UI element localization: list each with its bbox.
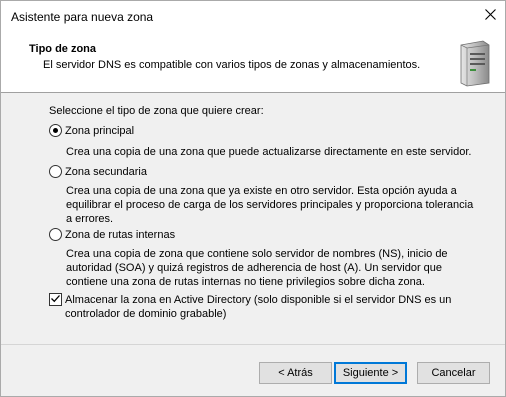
checkbox-indicator[interactable] (49, 293, 62, 306)
server-icon (453, 39, 493, 87)
radio-secondary-zone[interactable]: Zona secundaria (49, 165, 147, 178)
page-subtitle: El servidor DNS es compatible con varios… (43, 59, 421, 71)
checkmark-icon (50, 293, 61, 307)
close-button[interactable] (475, 1, 505, 31)
title-bar: Asistente para nueva zona (1, 1, 505, 31)
window-title: Asistente para nueva zona (11, 10, 154, 24)
page-title: Tipo de zona (29, 43, 97, 55)
radio-indicator[interactable] (49, 124, 62, 137)
radio-label: Zona principal (65, 124, 135, 137)
stub-zone-description: Crea una copia de zona que contiene solo… (66, 248, 448, 288)
radio-label: Zona de rutas internas (65, 228, 176, 241)
primary-zone-description: Crea una copia de una zona que puede act… (66, 146, 472, 158)
next-button[interactable]: Siguiente > (334, 362, 407, 384)
radio-indicator[interactable] (49, 228, 62, 241)
footer-divider (1, 344, 505, 345)
wizard-header: Tipo de zona El servidor DNS es compatib… (1, 31, 505, 93)
checkbox-label: Almacenar la zona en Active Directory (s… (65, 294, 452, 320)
cancel-button[interactable]: Cancelar (417, 362, 490, 384)
zone-type-prompt: Seleccione el tipo de zona que quiere cr… (49, 105, 264, 117)
radio-label: Zona secundaria (65, 165, 147, 178)
radio-primary-zone[interactable]: Zona principal (49, 124, 134, 137)
secondary-zone-description: Crea una copia de una zona que ya existe… (66, 185, 474, 225)
new-zone-wizard-dialog: Asistente para nueva zona Tipo de zona E… (0, 0, 506, 397)
radio-indicator[interactable] (49, 165, 62, 178)
back-button[interactable]: < Atrás (259, 362, 332, 384)
close-icon (484, 9, 496, 23)
radio-stub-zone[interactable]: Zona de rutas internas (49, 228, 175, 241)
wizard-content: Seleccione el tipo de zona que quiere cr… (1, 94, 505, 344)
ad-store-checkbox[interactable]: Almacenar la zona en Active Directory (s… (49, 293, 465, 321)
